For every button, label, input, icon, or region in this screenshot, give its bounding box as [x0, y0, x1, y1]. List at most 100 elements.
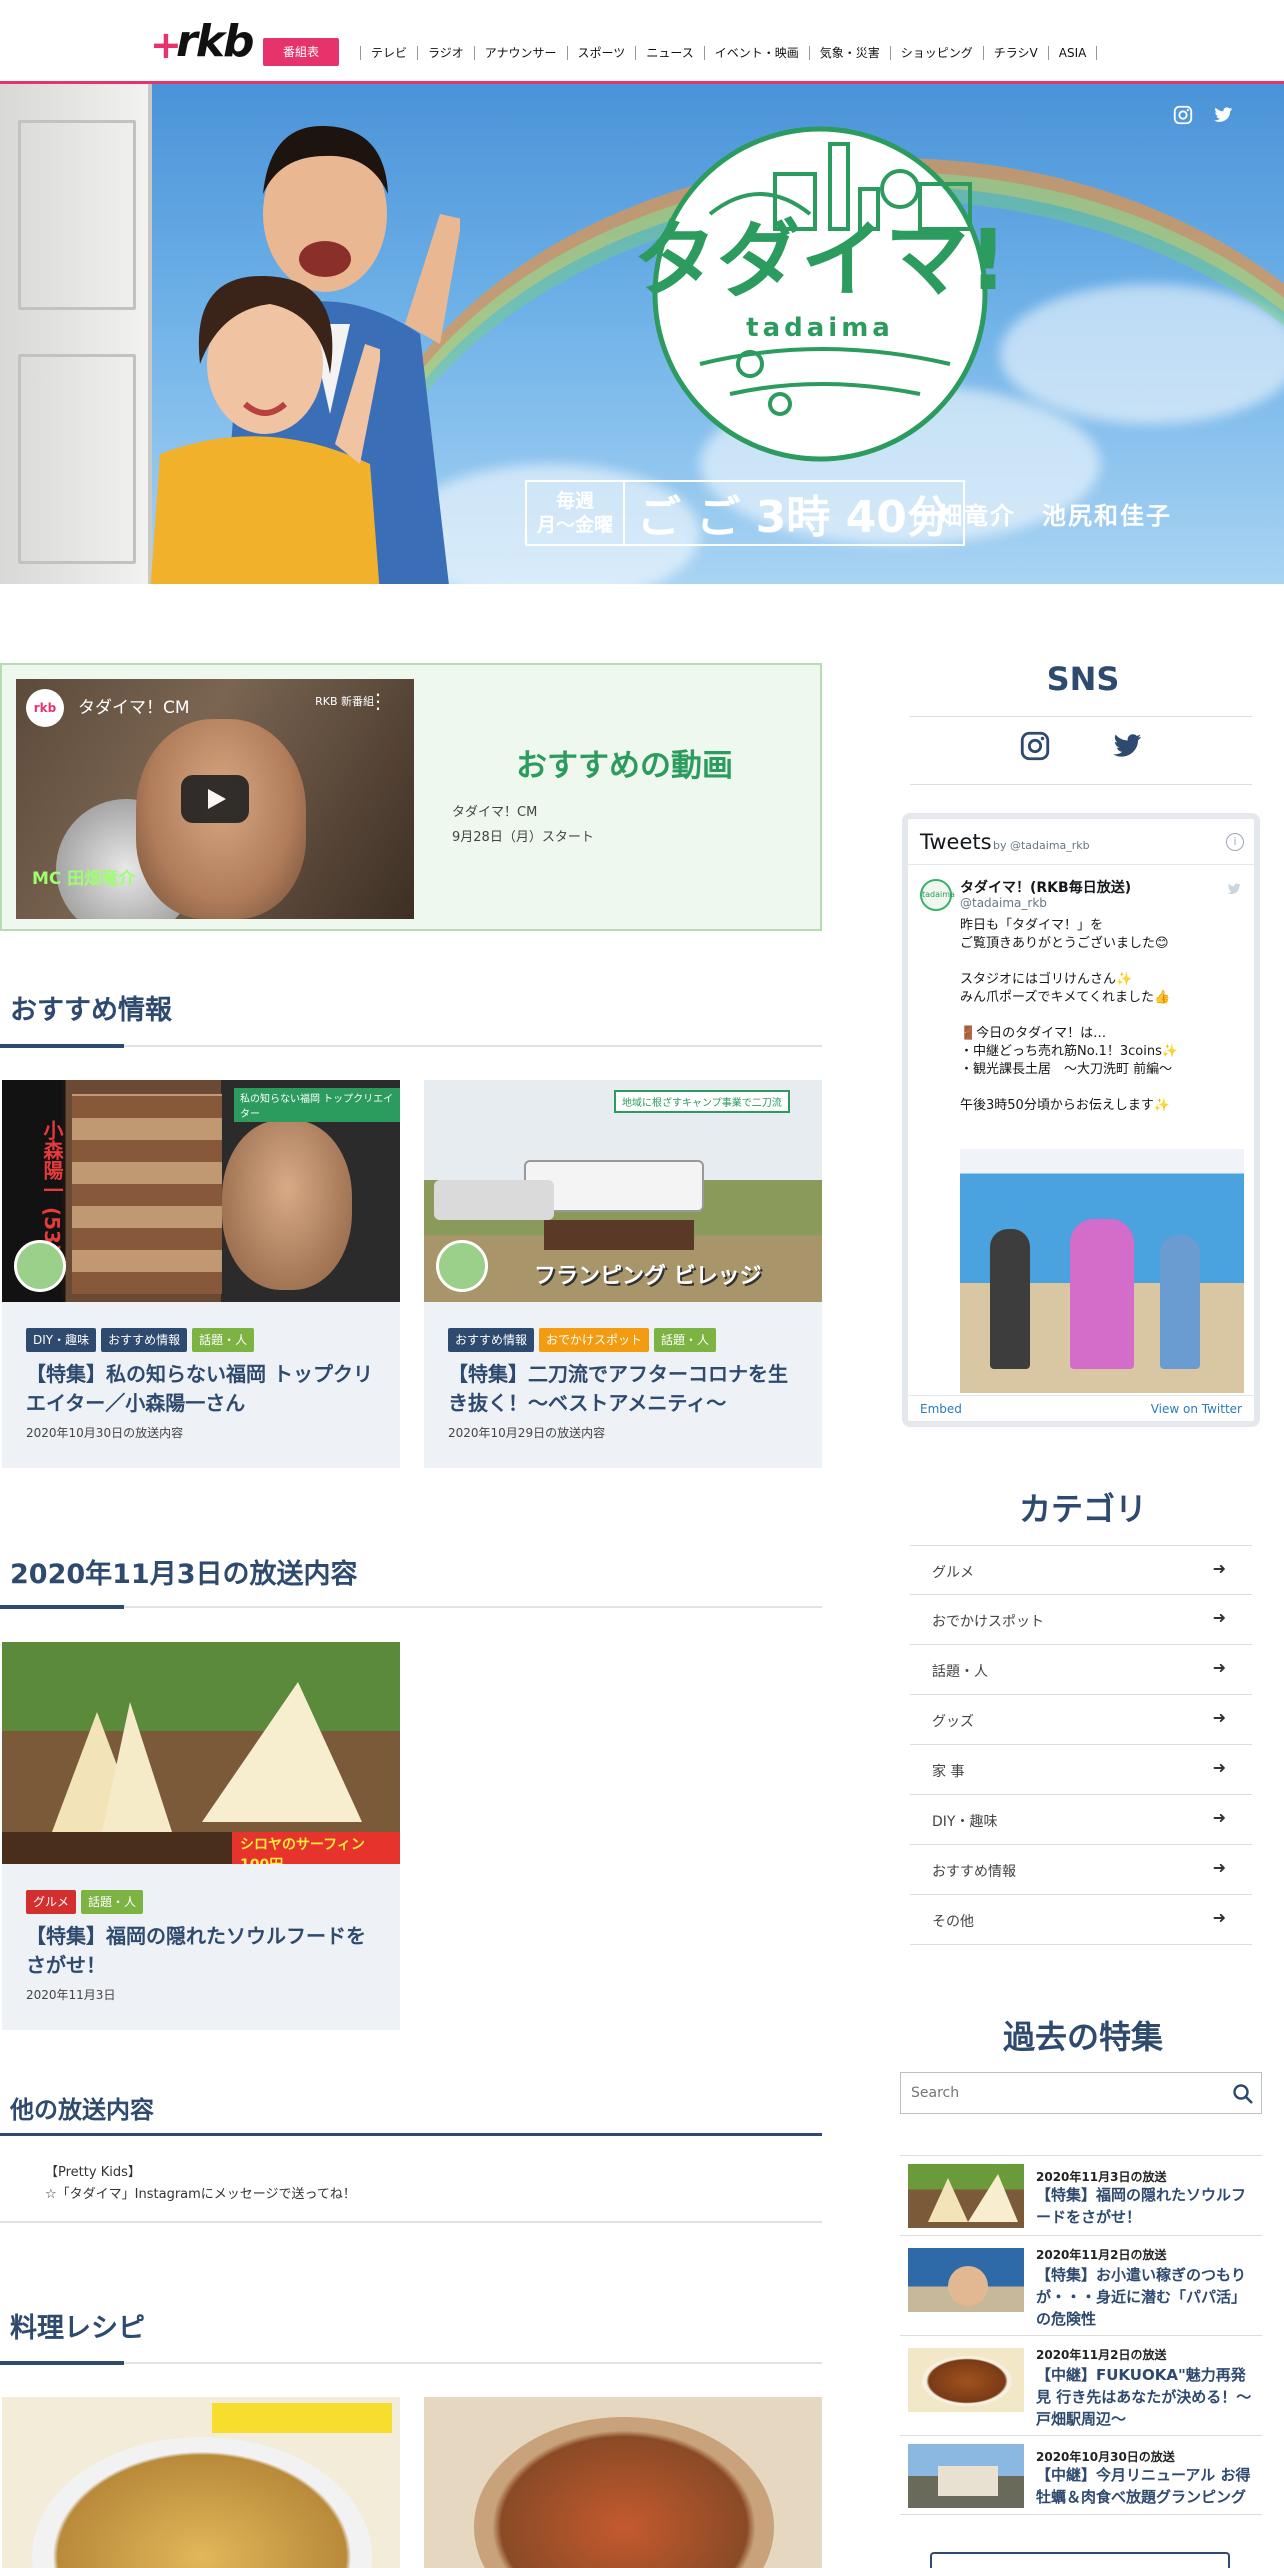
- past-feature-item[interactable]: 2020年11月2日の放送 【特集】お小遣い稼ぎのつもりが・・・身近に潜む「パパ…: [900, 2235, 1262, 2335]
- video-title[interactable]: タダイマ！CM: [78, 693, 190, 718]
- thumbnail-caption: 私の知らない福岡 トップクリエイター: [234, 1088, 400, 1122]
- article-title[interactable]: 【特集】二刀流でアフターコロナを生き抜く！～ベストアメニティ～: [424, 1352, 822, 1418]
- category-item[interactable]: 家 事 ➜: [910, 1745, 1252, 1795]
- twitter-icon[interactable]: [1212, 104, 1234, 126]
- tweet-avatar[interactable]: tadaima: [920, 879, 955, 911]
- tag[interactable]: おすすめ情報: [101, 1328, 188, 1352]
- tag[interactable]: グルメ: [26, 1890, 77, 1914]
- past-feature-date: 2020年11月3日の放送: [1036, 2170, 1167, 2184]
- category-list: グルメ ➜ おでかけスポット ➜ 話題・人 ➜ グッズ ➜ 家 事 ➜ DIY・趣味 ➜ お…: [910, 1545, 1252, 1945]
- tweets-title: Tweets: [920, 830, 992, 854]
- past-feature-title[interactable]: 【特集】福岡の隠れたソウルフードをさがせ！: [1036, 2184, 1258, 2228]
- article-title[interactable]: 【特集】福岡の隠れたソウルフードをさがせ！: [2, 1914, 400, 1980]
- nav-item-sports[interactable]: スポーツ: [566, 46, 636, 60]
- article-card[interactable]: シロヤのサーフィン 100円 グルメ 話題・人 【特集】福岡の隠れたソウルフード…: [2, 1642, 400, 2030]
- category-item[interactable]: グルメ ➜: [910, 1545, 1252, 1595]
- article-thumbnail[interactable]: 小森陽一 (53) 私の知らない福岡 トップクリエイター: [2, 1080, 400, 1302]
- tweets-header: Tweets by @tadaima_rkb i: [908, 819, 1254, 865]
- tweet-author-name[interactable]: タダイマ！(RKB毎日放送): [960, 877, 1131, 897]
- embed-link[interactable]: Embed: [920, 1402, 962, 1416]
- nav-item-radio[interactable]: ラジオ: [417, 46, 474, 60]
- tag[interactable]: 話題・人: [192, 1328, 255, 1352]
- tag[interactable]: DIY・趣味: [26, 1328, 97, 1352]
- category-item[interactable]: グッズ ➜: [910, 1695, 1252, 1745]
- host-female-image: [150, 275, 380, 584]
- twitter-icon[interactable]: [1110, 729, 1144, 767]
- tweets-by[interactable]: by @tadaima_rkb: [993, 839, 1090, 852]
- category-item[interactable]: 話題・人 ➜: [910, 1645, 1252, 1695]
- arrow-right-icon: ➜: [1212, 1708, 1226, 1727]
- article-thumbnail[interactable]: シロヤのサーフィン 100円: [2, 1642, 400, 1864]
- schedule-days: 毎週 月〜金曜: [527, 482, 626, 544]
- arrow-right-icon: ➜: [1212, 1808, 1226, 1827]
- more-options-icon[interactable]: ⋮: [368, 689, 388, 713]
- hero-social-links: [1172, 104, 1234, 126]
- past-feature-title[interactable]: 【中継】今月リニューアル お得牡蠣＆肉食べ放題グランピング: [1036, 2464, 1258, 2508]
- tag[interactable]: おすすめ情報: [448, 1328, 535, 1352]
- nav-item-shopping[interactable]: ショッピング: [889, 46, 983, 60]
- past-feature-date: 2020年10月30日の放送: [1036, 2450, 1175, 2464]
- article-date: 2020年11月3日: [26, 1988, 116, 2002]
- nav-item-chirashi[interactable]: チラシV: [982, 46, 1048, 60]
- article-thumbnail[interactable]: 地域に根ざすキャンプ事業で二刀流 フランピング ビレッジ: [424, 1080, 822, 1302]
- past-feature-item[interactable]: 2020年11月2日の放送 【中継】FUKUOKA"魅力再発見 行き先はあなたが…: [900, 2335, 1262, 2435]
- section-title-other: 他の放送内容: [10, 2096, 154, 2124]
- past-feature-date: 2020年11月2日の放送: [1036, 2348, 1167, 2362]
- play-button[interactable]: [181, 775, 249, 823]
- youtube-player[interactable]: rkb タダイマ！CM RKB 新番組 ⋮ MC 田畑竜介: [16, 679, 414, 919]
- section-divider: [0, 2133, 822, 2136]
- nav-item-announcer[interactable]: アナウンサー: [473, 46, 567, 60]
- nav-item-news[interactable]: ニュース: [635, 46, 703, 60]
- article-date: 2020年10月29日の放送内容: [448, 1426, 606, 1440]
- past-feature-thumbnail[interactable]: [908, 2444, 1024, 2508]
- category-item[interactable]: その他 ➜: [910, 1895, 1252, 1945]
- recipe-thumbnail[interactable]: [2, 2397, 400, 2568]
- tag[interactable]: 話題・人: [81, 1890, 144, 1914]
- category-label: おすすめ情報: [932, 1864, 1016, 1880]
- info-icon[interactable]: i: [1226, 833, 1244, 851]
- sidebar-sns-title: SNS: [1046, 660, 1120, 698]
- past-feature-item[interactable]: 2020年11月3日の放送 【特集】福岡の隠れたソウルフードをさがせ！: [900, 2155, 1262, 2235]
- view-on-twitter-link[interactable]: View on Twitter: [1151, 1402, 1242, 1416]
- category-item[interactable]: おでかけスポット ➜: [910, 1595, 1252, 1645]
- thumbnail-name-text: 小森陽一 (53): [40, 1120, 64, 1254]
- recipe-thumbnail[interactable]: [424, 2397, 822, 2568]
- past-feature-title[interactable]: 【特集】お小遣い稼ぎのつもりが・・・身近に潜む「パパ活」の危険性: [1036, 2264, 1258, 2330]
- tweet-author-handle[interactable]: @tadaima_rkb: [960, 896, 1047, 910]
- rkb-logo[interactable]: + rkb: [150, 20, 254, 68]
- past-feature-title[interactable]: 【中継】FUKUOKA"魅力再発見 行き先はあなたが決める！～戸畑駅周辺～: [1036, 2364, 1258, 2430]
- nav-item-weather[interactable]: 気象・災害: [808, 46, 890, 60]
- nav-item-tv[interactable]: テレビ: [360, 46, 417, 60]
- nav-item-event[interactable]: イベント・映画: [703, 46, 809, 60]
- twitter-bird-icon[interactable]: [1226, 881, 1242, 897]
- sidebar-category-title: カテゴリ: [1018, 1490, 1147, 1528]
- tweets-footer: Embed View on Twitter: [908, 1395, 1254, 1421]
- search-input[interactable]: [911, 2081, 1211, 2105]
- other-line2: ☆「タダイマ」Instagramにメッセージで送ってね！: [45, 2187, 356, 2202]
- channel-avatar[interactable]: rkb: [26, 689, 64, 727]
- tag[interactable]: 話題・人: [654, 1328, 717, 1352]
- search-icon[interactable]: [1231, 2082, 1255, 2106]
- instagram-icon[interactable]: [1018, 729, 1052, 767]
- past-feature-thumbnail[interactable]: [908, 2348, 1024, 2412]
- past-feature-thumbnail[interactable]: [908, 2164, 1024, 2228]
- instagram-icon[interactable]: [1172, 104, 1194, 126]
- arrow-right-icon: ➜: [1212, 1658, 1226, 1677]
- other-line1: 【Pretty Kids】: [45, 2165, 141, 2180]
- sns-links: [1018, 729, 1144, 767]
- article-title[interactable]: 【特集】私の知らない福岡 トップクリエイター／小森陽一さん: [2, 1352, 400, 1418]
- category-item[interactable]: DIY・趣味 ➜: [910, 1795, 1252, 1845]
- article-card[interactable]: 地域に根ざすキャンプ事業で二刀流 フランピング ビレッジ おすすめ情報 おでかけ…: [424, 1080, 822, 1468]
- program-guide-button[interactable]: 番組表: [263, 38, 339, 66]
- tag-list: おすすめ情報 おでかけスポット 話題・人: [424, 1302, 822, 1352]
- twitter-timeline-widget: Tweets by @tadaima_rkb i tadaima タダイマ！(R…: [902, 813, 1260, 1427]
- tweet-image[interactable]: [960, 1149, 1244, 1393]
- past-feature-item[interactable]: 2020年10月30日の放送 【中継】今月リニューアル お得牡蠣＆肉食べ放題グラ…: [900, 2435, 1262, 2515]
- tag[interactable]: おでかけスポット: [539, 1328, 650, 1352]
- past-feature-thumbnail[interactable]: [908, 2248, 1024, 2312]
- nav-item-asia[interactable]: ASIA: [1047, 46, 1098, 60]
- article-card[interactable]: 小森陽一 (53) 私の知らない福岡 トップクリエイター DIY・趣味 おすすめ…: [2, 1080, 400, 1468]
- category-item[interactable]: おすすめ情報 ➜: [910, 1845, 1252, 1895]
- more-button[interactable]: [930, 2552, 1230, 2568]
- tweet-text: 昨日も「タダイマ！」を ご覧頂きありがとうございました😊 スタジオにはゴリけんさ…: [960, 918, 1179, 1113]
